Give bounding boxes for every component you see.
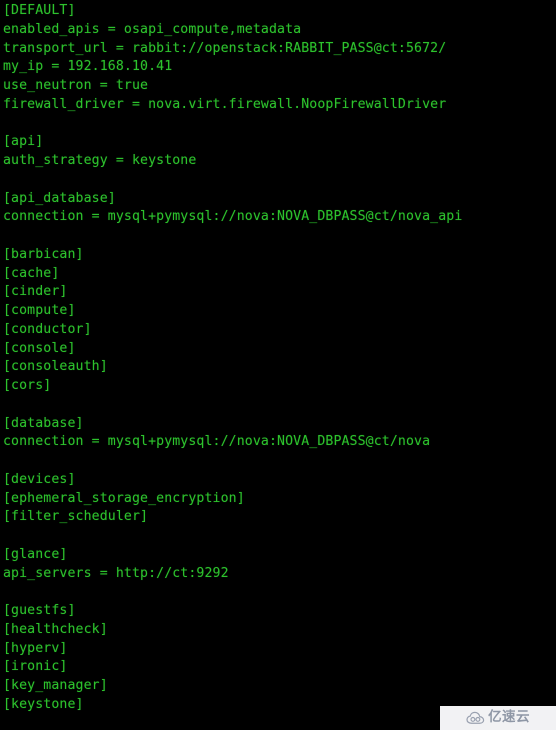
terminal-line: api_servers = http://ct:9292 (3, 565, 229, 581)
terminal-line: [DEFAULT] (3, 3, 76, 18)
terminal-line: enabled_apis = osapi_compute,metadata (3, 21, 302, 37)
terminal-line: [healthcheck] (3, 621, 108, 637)
terminal-line: [hyperv] (3, 640, 68, 656)
terminal-line: [key_manager] (3, 678, 108, 693)
terminal-line: [ironic] (3, 659, 68, 675)
terminal-line: [console] (3, 340, 76, 356)
terminal-line: [guestfs] (3, 603, 76, 618)
cloud-icon (466, 711, 485, 725)
terminal-line: auth_strategy = keystone (3, 153, 197, 168)
watermark-badge: 亿速云 (440, 706, 556, 730)
terminal-output[interactable]: [DEFAULT] enabled_apis = osapi_compute,me… (0, 0, 556, 730)
terminal-line: [cinder] (3, 284, 68, 300)
terminal-line: [cache] (3, 265, 60, 281)
terminal-line: [filter_scheduler] (3, 509, 149, 525)
terminal-line: transport_url = rabbit://openstack:RABBI… (3, 40, 447, 56)
terminal-line: my_ip = 192.168.10.41 (3, 59, 173, 75)
terminal-line: [ephemeral_storage_encryption] (3, 490, 245, 506)
terminal-line: connection = mysql+pymysql://nova:NOVA_D… (3, 209, 463, 225)
terminal-line: [compute] (3, 303, 76, 318)
terminal-line: [consoleauth] (3, 359, 108, 375)
terminal-line: [devices] (3, 471, 76, 487)
terminal-line: [barbican] (3, 246, 84, 262)
terminal-line: [glance] (3, 546, 68, 562)
terminal-line: [conductor] (3, 321, 92, 337)
terminal-line: firewall_driver = nova.virt.firewall.Noo… (3, 96, 447, 112)
watermark-text: 亿速云 (488, 709, 530, 726)
terminal-line: [api] (3, 134, 44, 150)
terminal-line: use_neutron = true (3, 78, 149, 93)
terminal-line: [cors] (3, 378, 52, 393)
terminal-line: [api_database] (3, 190, 116, 206)
terminal-line: connection = mysql+pymysql://nova:NOVA_D… (3, 434, 431, 450)
terminal-line: [database] (3, 415, 84, 431)
